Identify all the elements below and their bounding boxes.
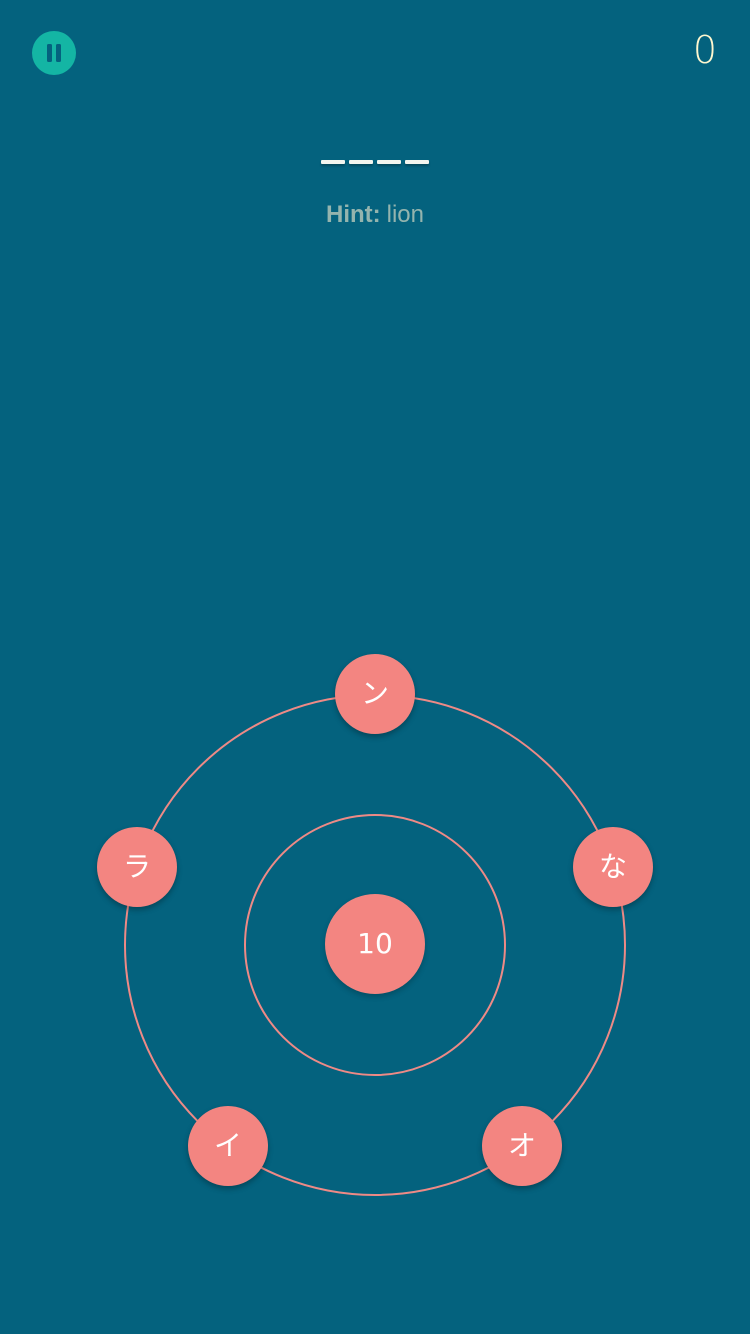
answer-slot: [321, 160, 345, 164]
hint-text: Hint: lion: [0, 200, 750, 230]
letter-bubble-na[interactable]: な: [573, 827, 653, 907]
center-count-bubble: 10: [325, 894, 425, 994]
answer-slot: [377, 160, 401, 164]
pause-button[interactable]: [32, 31, 76, 75]
hint-label: Hint:: [325, 201, 381, 228]
answer-slot: [349, 160, 373, 164]
score-counter: 0: [692, 28, 717, 72]
answer-slots: [0, 160, 750, 164]
letter-bubble-ra[interactable]: ラ: [97, 827, 177, 907]
letter-bubble-i[interactable]: イ: [188, 1106, 268, 1186]
answer-slot: [405, 160, 429, 164]
pause-icon: [47, 44, 61, 62]
letter-bubble-n[interactable]: ン: [335, 654, 415, 734]
letter-bubble-o[interactable]: オ: [482, 1106, 562, 1186]
hint-word: lion: [386, 201, 424, 228]
